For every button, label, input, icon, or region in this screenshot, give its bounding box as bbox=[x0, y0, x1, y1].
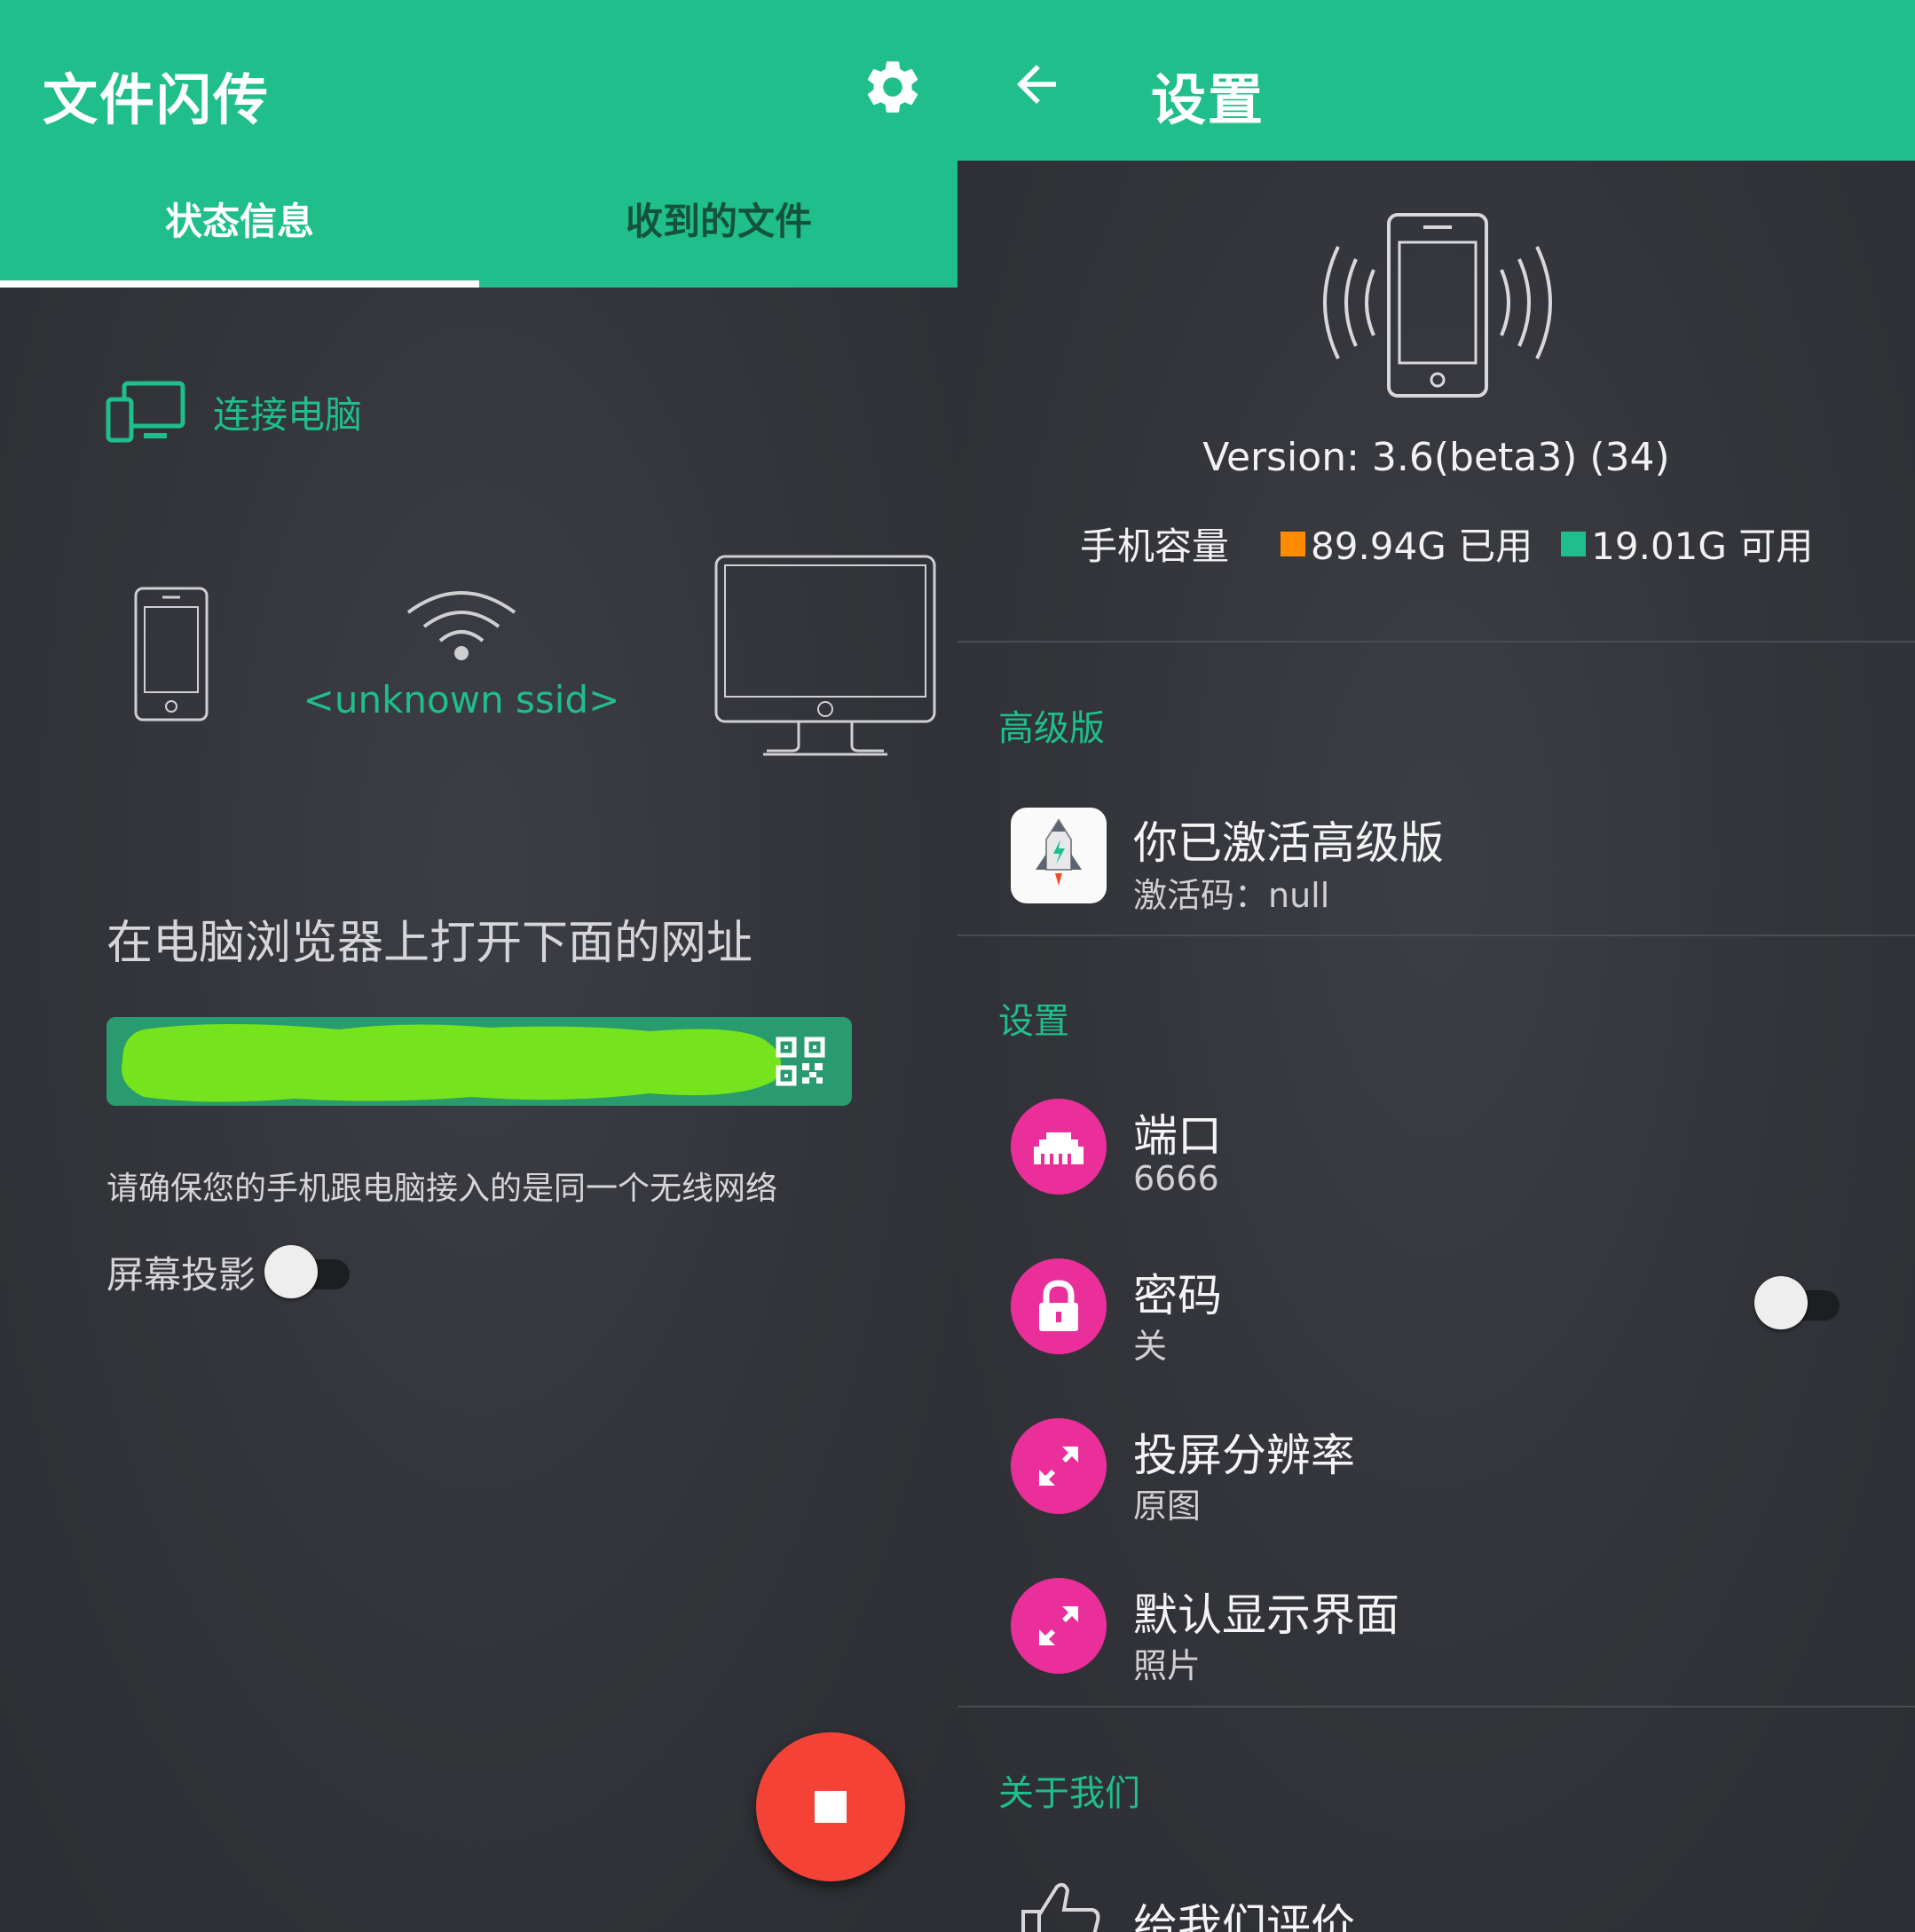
storage-used: 89.94G 已用 bbox=[1311, 524, 1533, 568]
stop-service-button[interactable] bbox=[756, 1732, 905, 1881]
port-glyph bbox=[1034, 1132, 1084, 1164]
computer-monitor-icon bbox=[714, 555, 936, 756]
screen-projection-toggle[interactable] bbox=[264, 1245, 353, 1298]
category-settings: 设置 bbox=[998, 1001, 1069, 1042]
cast-resolution-title[interactable]: 投屏分辨率 bbox=[1133, 1420, 1355, 1484]
screen-projection-label: 屏幕投影 bbox=[106, 1252, 256, 1297]
free-legend-square bbox=[1561, 531, 1587, 556]
phone-icon bbox=[134, 587, 209, 722]
password-toggle[interactable] bbox=[1754, 1276, 1843, 1329]
tab-received-files[interactable]: 收到的文件 bbox=[479, 192, 958, 263]
settings-app-bar: 设置 bbox=[958, 0, 1915, 161]
screen-projection-row: 屏幕投影 bbox=[106, 1241, 353, 1303]
toggle-knob bbox=[264, 1245, 319, 1298]
default-view-title[interactable]: 默认显示界面 bbox=[1133, 1580, 1399, 1644]
devices-icon bbox=[106, 381, 185, 443]
expand-arrows-glyph bbox=[1039, 1447, 1078, 1486]
premium-rocket-icon[interactable] bbox=[1011, 808, 1107, 903]
divider bbox=[958, 641, 1915, 643]
settings-screen: 设置 Version: 3.6(beta3) (34) 手机容量 89.94G … bbox=[958, 0, 1915, 1932]
back-arrow-icon[interactable] bbox=[1007, 55, 1066, 114]
resize-icon[interactable] bbox=[1011, 1578, 1107, 1674]
storage-info: 手机容量 89.94G 已用 19.01G 可用 bbox=[1080, 517, 1879, 571]
wifi-ssid: <unknown ssid> bbox=[303, 678, 620, 722]
version-text: Version: 3.6(beta3) (34) bbox=[1202, 435, 1670, 480]
same-network-hint: 请确保您的手机跟电脑接入的是同一个无线网络 bbox=[106, 1171, 778, 1207]
app-title: 文件闪传 bbox=[43, 67, 271, 132]
lock-glyph bbox=[1039, 1280, 1078, 1331]
connect-computer-header: 连接电脑 bbox=[105, 380, 362, 444]
category-about: 关于我们 bbox=[998, 1773, 1140, 1814]
phone-broadcast-icon bbox=[1323, 213, 1552, 398]
expand-arrows-glyph bbox=[1039, 1606, 1078, 1645]
main-screen: 文件闪传 状态信息 收到的文件 连接电脑 <unknown ssid> 在电脑浏… bbox=[0, 0, 958, 1932]
used-legend-square bbox=[1281, 531, 1306, 556]
resize-icon[interactable] bbox=[1011, 1418, 1107, 1514]
password-title[interactable]: 密码 bbox=[1133, 1260, 1222, 1324]
url-box[interactable] bbox=[106, 1017, 852, 1106]
app-bar: 文件闪传 状态信息 收到的文件 bbox=[0, 0, 958, 288]
port-title[interactable]: 端口 bbox=[1133, 1100, 1222, 1164]
redacted-url-scribble bbox=[122, 1024, 781, 1102]
password-value: 关 bbox=[1133, 1327, 1168, 1366]
storage-free: 19.01G 可用 bbox=[1591, 524, 1814, 568]
rocket-icon bbox=[1036, 818, 1082, 886]
active-tab-indicator bbox=[0, 280, 479, 288]
rate-us-title[interactable]: 给我们评价 bbox=[1133, 1890, 1355, 1932]
activation-code: 激活码：null bbox=[1133, 876, 1330, 915]
divider bbox=[958, 1706, 1915, 1707]
port-value: 6666 bbox=[1133, 1159, 1219, 1198]
toggle-knob bbox=[1754, 1276, 1808, 1329]
thumbs-up-icon[interactable] bbox=[1016, 1874, 1101, 1932]
premium-title[interactable]: 你已激活高级版 bbox=[1133, 808, 1444, 871]
lock-icon[interactable] bbox=[1011, 1258, 1107, 1354]
qr-code-icon[interactable] bbox=[776, 1037, 825, 1086]
stop-icon bbox=[815, 1791, 847, 1823]
divider bbox=[958, 934, 1915, 936]
default-view-value: 照片 bbox=[1133, 1646, 1202, 1685]
connect-computer-label: 连接电脑 bbox=[213, 392, 363, 437]
category-premium: 高级版 bbox=[998, 708, 1105, 749]
cast-resolution-value: 原图 bbox=[1133, 1486, 1202, 1526]
settings-gear-icon[interactable] bbox=[861, 55, 925, 119]
tab-status-info[interactable]: 状态信息 bbox=[0, 192, 479, 263]
wifi-icon bbox=[406, 591, 516, 660]
storage-label: 手机容量 bbox=[1080, 524, 1230, 568]
open-url-instruction: 在电脑浏览器上打开下面的网址 bbox=[106, 917, 753, 970]
settings-title: 设置 bbox=[1151, 67, 1265, 132]
ethernet-port-icon[interactable] bbox=[1011, 1099, 1107, 1195]
